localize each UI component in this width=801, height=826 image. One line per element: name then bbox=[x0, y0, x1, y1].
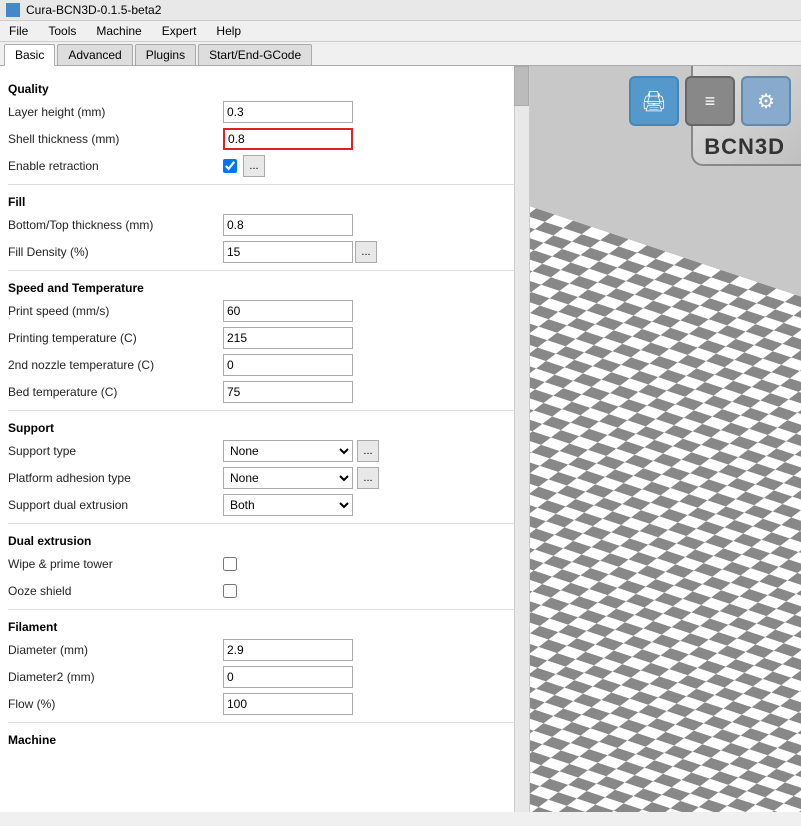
diameter2-row: Diameter2 (mm) bbox=[8, 665, 521, 689]
main-content: Quality Layer height (mm) Shell thicknes… bbox=[0, 66, 801, 812]
support-type-row: Support type None Touching buildplate Ev… bbox=[8, 439, 521, 463]
fill-density-input[interactable] bbox=[223, 241, 353, 263]
print-speed-label: Print speed (mm/s) bbox=[8, 304, 223, 318]
quality-section-header: Quality bbox=[8, 82, 521, 96]
diameter-input[interactable] bbox=[223, 639, 353, 661]
ooze-shield-label: Ooze shield bbox=[8, 584, 223, 598]
settings-icon-button[interactable]: ⚙ bbox=[741, 76, 791, 126]
diameter2-label: Diameter2 (mm) bbox=[8, 670, 223, 684]
dual-extrusion-section-header: Dual extrusion bbox=[8, 534, 521, 548]
support-dual-extrusion-row: Support dual extrusion Both First extrud… bbox=[8, 493, 521, 517]
title-bar: Cura-BCN3D-0.1.5-beta2 bbox=[0, 0, 801, 21]
tab-basic[interactable]: Basic bbox=[4, 44, 55, 66]
platform-adhesion-row: Platform adhesion type None Brim Raft ..… bbox=[8, 466, 521, 490]
platform-adhesion-select[interactable]: None Brim Raft bbox=[223, 467, 353, 489]
gear-icon: ⚙ bbox=[757, 89, 775, 114]
3d-view-panel: 🖨 ≡ ⚙ BCN3D bbox=[530, 66, 801, 812]
shell-thickness-label: Shell thickness (mm) bbox=[8, 132, 223, 146]
support-dual-extrusion-label: Support dual extrusion bbox=[8, 498, 223, 512]
support-dual-select-wrapper: Both First extruder Second extruder bbox=[223, 494, 353, 516]
print-temp-input[interactable] bbox=[223, 327, 353, 349]
filament-section-header: Filament bbox=[8, 620, 521, 634]
ooze-shield-row: Ooze shield bbox=[8, 579, 521, 603]
checkerboard-floor bbox=[530, 196, 801, 812]
support-type-dots-button[interactable]: ... bbox=[357, 440, 379, 462]
menu-help[interactable]: Help bbox=[213, 23, 244, 39]
bed-temp-label: Bed temperature (C) bbox=[8, 385, 223, 399]
scrollbar-thumb[interactable] bbox=[514, 66, 529, 106]
flow-row: Flow (%) bbox=[8, 692, 521, 716]
machine-section-header: Machine bbox=[8, 733, 521, 747]
flow-input[interactable] bbox=[223, 693, 353, 715]
tab-bar: Basic Advanced Plugins Start/End-GCode bbox=[0, 42, 801, 66]
wipe-prime-checkbox[interactable] bbox=[223, 557, 237, 571]
shell-thickness-row: Shell thickness (mm) bbox=[8, 127, 521, 151]
menu-file[interactable]: File bbox=[6, 23, 31, 39]
app-icon bbox=[6, 3, 20, 17]
menu-machine[interactable]: Machine bbox=[93, 23, 144, 39]
layers-icon-button[interactable]: ≡ bbox=[685, 76, 735, 126]
shell-thickness-input[interactable] bbox=[223, 128, 353, 150]
layer-height-label: Layer height (mm) bbox=[8, 105, 223, 119]
bed-temp-input[interactable] bbox=[223, 381, 353, 403]
tab-plugins[interactable]: Plugins bbox=[135, 44, 196, 65]
layer-height-row: Layer height (mm) bbox=[8, 100, 521, 124]
fill-density-label: Fill Density (%) bbox=[8, 245, 223, 259]
support-type-select-wrapper: None Touching buildplate Everywhere ... bbox=[223, 440, 379, 462]
fill-section-header: Fill bbox=[8, 195, 521, 209]
tab-advanced[interactable]: Advanced bbox=[57, 44, 132, 65]
print-speed-row: Print speed (mm/s) bbox=[8, 299, 521, 323]
diameter2-input[interactable] bbox=[223, 666, 353, 688]
tab-startend[interactable]: Start/End-GCode bbox=[198, 44, 312, 65]
retraction-dots-button[interactable]: ... bbox=[243, 155, 265, 177]
window-title: Cura-BCN3D-0.1.5-beta2 bbox=[26, 3, 161, 17]
diameter-row: Diameter (mm) bbox=[8, 638, 521, 662]
diameter-label: Diameter (mm) bbox=[8, 643, 223, 657]
enable-retraction-label: Enable retraction bbox=[8, 159, 223, 173]
fill-density-row: Fill Density (%) ... bbox=[8, 240, 521, 264]
print-icon-button[interactable]: 🖨 bbox=[629, 76, 679, 126]
wipe-prime-label: Wipe & prime tower bbox=[8, 557, 223, 571]
fill-density-dots-button[interactable]: ... bbox=[355, 241, 377, 263]
bottom-top-thickness-input[interactable] bbox=[223, 214, 353, 236]
nozzle2-temp-label: 2nd nozzle temperature (C) bbox=[8, 358, 223, 372]
support-dual-extrusion-select[interactable]: Both First extruder Second extruder bbox=[223, 494, 353, 516]
enable-retraction-row: Enable retraction ... bbox=[8, 154, 521, 178]
bottom-top-thickness-label: Bottom/Top thickness (mm) bbox=[8, 218, 223, 232]
settings-panel: Quality Layer height (mm) Shell thicknes… bbox=[0, 66, 530, 812]
layer-height-input[interactable] bbox=[223, 101, 353, 123]
bed-temp-row: Bed temperature (C) bbox=[8, 380, 521, 404]
print-temp-row: Printing temperature (C) bbox=[8, 326, 521, 350]
speed-temp-section-header: Speed and Temperature bbox=[8, 281, 521, 295]
ooze-shield-checkbox[interactable] bbox=[223, 584, 237, 598]
print-temp-label: Printing temperature (C) bbox=[8, 331, 223, 345]
print-icon: 🖨 bbox=[641, 89, 666, 114]
menu-expert[interactable]: Expert bbox=[159, 23, 200, 39]
wipe-prime-tower-row: Wipe & prime tower bbox=[8, 552, 521, 576]
platform-adhesion-dots-button[interactable]: ... bbox=[357, 467, 379, 489]
layers-icon: ≡ bbox=[705, 91, 716, 112]
platform-adhesion-select-wrapper: None Brim Raft ... bbox=[223, 467, 379, 489]
bcn3d-label: BCN3D bbox=[704, 134, 785, 160]
flow-label: Flow (%) bbox=[8, 697, 223, 711]
toolbar-icons: 🖨 ≡ ⚙ bbox=[629, 76, 791, 126]
support-type-label: Support type bbox=[8, 444, 223, 458]
nozzle2-temp-input[interactable] bbox=[223, 354, 353, 376]
enable-retraction-checkbox[interactable] bbox=[223, 159, 237, 173]
bottom-top-thickness-row: Bottom/Top thickness (mm) bbox=[8, 213, 521, 237]
retraction-checkbox-area: ... bbox=[223, 155, 265, 177]
scrollbar-track[interactable] bbox=[514, 66, 529, 812]
menu-bar: File Tools Machine Expert Help bbox=[0, 21, 801, 42]
platform-adhesion-label: Platform adhesion type bbox=[8, 471, 223, 485]
support-section-header: Support bbox=[8, 421, 521, 435]
support-type-select[interactable]: None Touching buildplate Everywhere bbox=[223, 440, 353, 462]
nozzle2-temp-row: 2nd nozzle temperature (C) bbox=[8, 353, 521, 377]
print-speed-input[interactable] bbox=[223, 300, 353, 322]
menu-tools[interactable]: Tools bbox=[45, 23, 79, 39]
